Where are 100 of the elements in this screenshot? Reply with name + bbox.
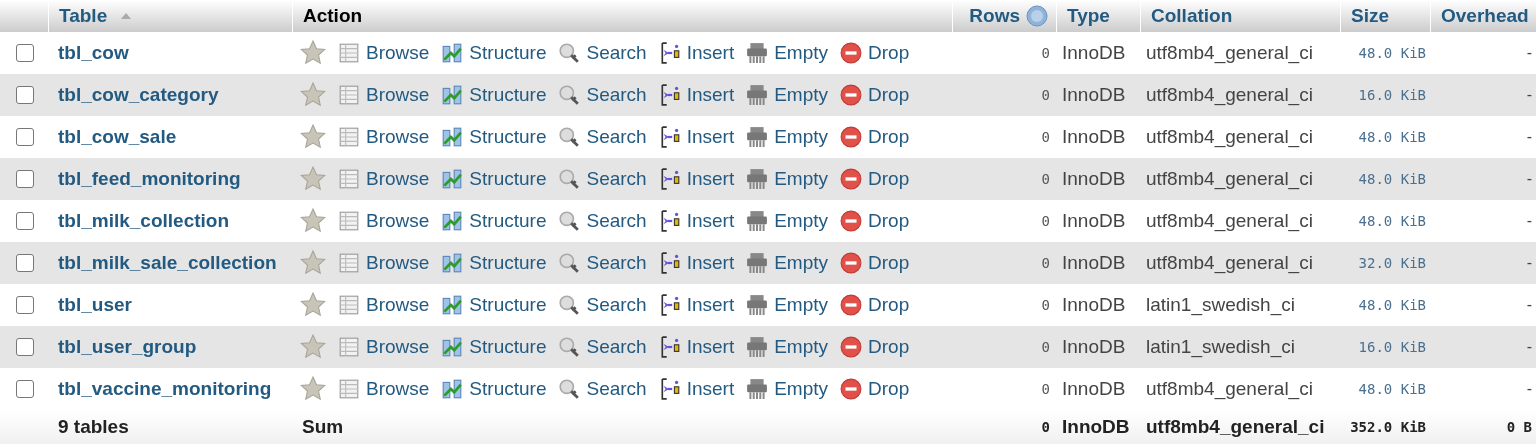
star-icon[interactable] bbox=[300, 250, 326, 276]
row-checkbox[interactable] bbox=[16, 254, 34, 272]
structure-link[interactable]: Structure bbox=[441, 378, 547, 400]
table-name-link[interactable]: tbl_milk_sale_collection bbox=[48, 252, 292, 274]
table-name-link[interactable]: tbl_feed_monitoring bbox=[48, 168, 292, 190]
table-name-link[interactable]: tbl_user bbox=[48, 294, 292, 316]
drop-link[interactable]: Drop bbox=[840, 42, 910, 64]
table-name-link[interactable]: tbl_milk_collection bbox=[48, 210, 292, 232]
star-icon[interactable] bbox=[300, 166, 326, 192]
drop-link[interactable]: Drop bbox=[840, 378, 910, 400]
insert-link[interactable]: Insert bbox=[658, 210, 735, 232]
table-size: 16.0 KiB bbox=[1357, 87, 1427, 103]
empty-link[interactable]: Empty bbox=[746, 168, 829, 190]
structure-link[interactable]: Structure bbox=[441, 210, 547, 232]
row-checkbox[interactable] bbox=[16, 128, 34, 146]
drop-link[interactable]: Drop bbox=[840, 336, 910, 358]
star-icon[interactable] bbox=[300, 40, 326, 66]
structure-icon bbox=[441, 84, 464, 106]
star-icon[interactable] bbox=[300, 376, 326, 402]
empty-link[interactable]: Empty bbox=[746, 126, 829, 148]
column-header[interactable]: Table bbox=[48, 0, 292, 32]
structure-link[interactable]: Structure bbox=[441, 336, 547, 358]
column-header[interactable]: Collation bbox=[1140, 0, 1340, 32]
drop-link[interactable]: Drop bbox=[840, 294, 910, 316]
engine-type: InnoDB bbox=[1061, 378, 1127, 400]
row-checkbox[interactable] bbox=[16, 212, 34, 230]
table-name-link[interactable]: tbl_cow bbox=[48, 42, 292, 64]
star-icon[interactable] bbox=[300, 292, 326, 318]
search-link[interactable]: Search bbox=[558, 168, 647, 190]
drop-link[interactable]: Drop bbox=[840, 252, 910, 274]
browse-link[interactable]: Browse bbox=[338, 126, 430, 148]
insert-link[interactable]: Insert bbox=[658, 378, 735, 400]
drop-link[interactable]: Drop bbox=[840, 84, 910, 106]
table-name-link[interactable]: tbl_cow_category bbox=[48, 84, 292, 106]
row-count: 0 bbox=[1040, 129, 1051, 145]
drop-link[interactable]: Drop bbox=[840, 126, 910, 148]
row-checkbox[interactable] bbox=[16, 44, 34, 62]
row-checkbox[interactable] bbox=[16, 296, 34, 314]
empty-link[interactable]: Empty bbox=[746, 42, 829, 64]
row-checkbox[interactable] bbox=[16, 380, 34, 398]
engine-type: InnoDB bbox=[1061, 42, 1127, 64]
browse-link[interactable]: Browse bbox=[338, 294, 430, 316]
row-count: 0 bbox=[1040, 87, 1051, 103]
search-link[interactable]: Search bbox=[558, 294, 647, 316]
column-header[interactable]: Rows bbox=[952, 0, 1056, 32]
table-name-link[interactable]: tbl_cow_sale bbox=[48, 126, 292, 148]
search-link[interactable]: Search bbox=[558, 210, 647, 232]
row-checkbox[interactable] bbox=[16, 170, 34, 188]
search-link[interactable]: Search bbox=[558, 42, 647, 64]
insert-link[interactable]: Insert bbox=[658, 294, 735, 316]
table-name-link[interactable]: tbl_user_group bbox=[48, 336, 292, 358]
insert-link[interactable]: Insert bbox=[658, 126, 735, 148]
empty-link[interactable]: Empty bbox=[746, 294, 829, 316]
column-header[interactable]: Action bbox=[292, 0, 952, 32]
empty-link[interactable]: Empty bbox=[746, 252, 829, 274]
structure-link[interactable]: Structure bbox=[441, 84, 547, 106]
structure-link[interactable]: Structure bbox=[441, 294, 547, 316]
column-header[interactable]: Overhead bbox=[1430, 0, 1536, 32]
table-name-link[interactable]: tbl_vaccine_monitoring bbox=[48, 378, 292, 400]
drop-link[interactable]: Drop bbox=[840, 210, 910, 232]
collation: utf8mb4_general_ci bbox=[1145, 84, 1314, 106]
search-link[interactable]: Search bbox=[558, 336, 647, 358]
star-icon[interactable] bbox=[300, 208, 326, 234]
help-icon[interactable] bbox=[1026, 5, 1048, 27]
browse-link[interactable]: Browse bbox=[338, 252, 430, 274]
engine-type: InnoDB bbox=[1061, 416, 1131, 438]
empty-link[interactable]: Empty bbox=[746, 84, 829, 106]
table-size: 32.0 KiB bbox=[1357, 255, 1427, 271]
insert-link[interactable]: Insert bbox=[658, 168, 735, 190]
structure-link[interactable]: Structure bbox=[441, 168, 547, 190]
insert-link[interactable]: Insert bbox=[658, 84, 735, 106]
search-link[interactable]: Search bbox=[558, 252, 647, 274]
row-checkbox[interactable] bbox=[16, 86, 34, 104]
insert-link[interactable]: Insert bbox=[658, 252, 735, 274]
browse-link[interactable]: Browse bbox=[338, 42, 430, 64]
empty-link[interactable]: Empty bbox=[746, 210, 829, 232]
empty-link[interactable]: Empty bbox=[746, 378, 829, 400]
empty-link[interactable]: Empty bbox=[746, 336, 829, 358]
structure-link[interactable]: Structure bbox=[441, 42, 547, 64]
browse-link[interactable]: Browse bbox=[338, 210, 430, 232]
browse-link[interactable]: Browse bbox=[338, 336, 430, 358]
search-link[interactable]: Search bbox=[558, 126, 647, 148]
column-header[interactable]: Type bbox=[1056, 0, 1140, 32]
drop-link[interactable]: Drop bbox=[840, 168, 910, 190]
column-header[interactable]: Size bbox=[1340, 0, 1430, 32]
star-icon[interactable] bbox=[300, 82, 326, 108]
browse-link[interactable]: Browse bbox=[338, 378, 430, 400]
insert-link[interactable]: Insert bbox=[658, 336, 735, 358]
search-link[interactable]: Search bbox=[558, 84, 647, 106]
star-icon[interactable] bbox=[300, 124, 326, 150]
structure-link[interactable]: Structure bbox=[441, 252, 547, 274]
structure-icon bbox=[441, 336, 464, 358]
browse-link[interactable]: Browse bbox=[338, 168, 430, 190]
row-checkbox[interactable] bbox=[16, 338, 34, 356]
insert-link[interactable]: Insert bbox=[658, 42, 735, 64]
search-link[interactable]: Search bbox=[558, 378, 647, 400]
structure-link[interactable]: Structure bbox=[441, 126, 547, 148]
star-icon[interactable] bbox=[300, 334, 326, 360]
row-count: 0 bbox=[1040, 45, 1051, 61]
browse-link[interactable]: Browse bbox=[338, 84, 430, 106]
